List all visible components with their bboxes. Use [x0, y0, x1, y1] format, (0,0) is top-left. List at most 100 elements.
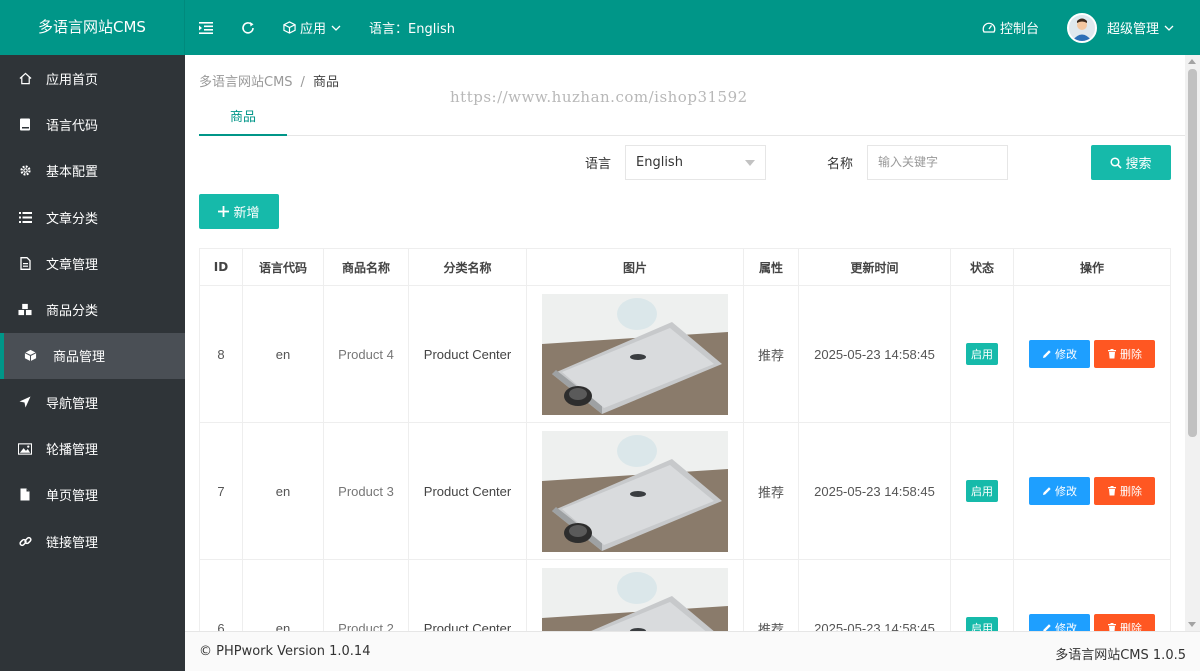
sidebar-item-language-codes[interactable]: 语言代码 — [0, 101, 185, 147]
caret-down-icon — [745, 160, 755, 166]
sidebar-item-navigation[interactable]: 导航管理 — [0, 379, 185, 425]
plus-icon — [218, 206, 230, 217]
cell-updated: 2025-05-23 14:58:45 — [798, 285, 951, 423]
language-select[interactable]: English — [625, 145, 766, 180]
product-thumbnail[interactable] — [542, 567, 728, 632]
cell-status: 启用 — [950, 422, 1014, 560]
sidebar-item-article-management[interactable]: 文章管理 — [0, 240, 185, 286]
cell-actions: 修改 删除 — [1013, 422, 1171, 560]
sidebar-item-basic-config[interactable]: 基本配置 — [0, 148, 185, 194]
sidebar-item-label: 商品分类 — [46, 304, 99, 320]
tab-products[interactable]: 商品 — [199, 105, 287, 136]
scroll-up-arrow-icon[interactable] — [1188, 59, 1196, 64]
status-badge[interactable]: 启用 — [966, 343, 998, 365]
page-icon — [18, 488, 32, 502]
scroll-down-arrow-icon[interactable] — [1188, 622, 1196, 627]
link-icon — [18, 534, 32, 548]
edit-button-label: 修改 — [1055, 348, 1077, 361]
delete-button[interactable]: 删除 — [1094, 477, 1155, 505]
cell-id: 6 — [199, 559, 243, 631]
add-button-label: 新增 — [233, 206, 260, 221]
breadcrumb-current: 商品 — [312, 75, 339, 90]
scrollbar-thumb[interactable] — [1188, 69, 1197, 437]
vertical-scrollbar[interactable] — [1185, 55, 1200, 631]
edit-button[interactable]: 修改 — [1029, 614, 1090, 631]
delete-button[interactable]: 删除 — [1094, 614, 1155, 631]
dashboard-icon — [982, 22, 996, 33]
name-filter-label: 名称 — [827, 157, 854, 172]
edit-button[interactable]: 修改 — [1029, 477, 1090, 505]
header-toolbar: 应用 语言：English — [185, 0, 469, 55]
cell-attribute: 推荐 — [743, 559, 799, 631]
product-thumbnail[interactable] — [542, 430, 728, 552]
product-thumbnail[interactable] — [542, 293, 728, 415]
cube-icon — [283, 21, 296, 34]
cubes-icon — [18, 303, 32, 317]
language-switch-label: 语言：English — [369, 22, 455, 37]
apps-menu-label: 应用 — [300, 22, 327, 37]
refresh-button[interactable] — [227, 0, 269, 55]
sidebar-item-links[interactable]: 链接管理 — [0, 518, 185, 564]
cell-id: 8 — [199, 285, 243, 423]
app-logo[interactable]: 多语言网站CMS — [0, 0, 185, 55]
language-filter-label: 语言 — [585, 157, 612, 172]
delete-button-label: 删除 — [1120, 622, 1142, 631]
sidebar-item-single-pages[interactable]: 单页管理 — [0, 472, 185, 518]
console-link[interactable]: 控制台 — [968, 0, 1053, 55]
status-badge[interactable]: 启用 — [966, 480, 998, 502]
file-icon — [18, 256, 32, 270]
sidebar-item-label: 导航管理 — [46, 396, 99, 412]
search-icon — [1110, 156, 1123, 169]
sidebar-item-article-categories[interactable]: 文章分类 — [0, 194, 185, 240]
breadcrumb-root[interactable]: 多语言网站CMS — [199, 75, 293, 90]
cell-status: 启用 — [950, 559, 1014, 631]
product-table: ID 语言代码 商品名称 分类名称 图片 属性 更新时间 状态 操作 8 en … — [199, 248, 1171, 632]
table-row: 6 en Product 2 Product Center 推荐 2025-05… — [199, 559, 1171, 632]
cell-category: Product Center — [408, 422, 527, 560]
delete-button[interactable]: 删除 — [1094, 340, 1155, 368]
sidebar-item-carousel[interactable]: 轮播管理 — [0, 425, 185, 471]
footer-version: © PHPwork Version 1.0.14 — [199, 644, 371, 659]
sidebar-item-label: 基本配置 — [46, 165, 99, 181]
cell-actions: 修改 删除 — [1013, 559, 1171, 631]
delete-button-label: 删除 — [1120, 485, 1142, 498]
user-menu-label: 超级管理 — [1106, 22, 1159, 37]
sidebar-item-label: 商品管理 — [53, 350, 106, 366]
cell-name: Product 3 — [323, 422, 409, 560]
cell-name: Product 2 — [323, 559, 409, 631]
table-row: 8 en Product 4 Product Center 推荐 2025-05… — [199, 285, 1171, 423]
add-button[interactable]: 新增 — [199, 194, 279, 229]
user-menu[interactable]: 超级管理 — [1053, 0, 1188, 55]
pencil-icon — [1043, 624, 1051, 631]
cell-image — [526, 422, 744, 560]
home-icon — [18, 71, 32, 85]
cell-image — [526, 559, 744, 632]
edit-button[interactable]: 修改 — [1029, 340, 1090, 368]
language-switch[interactable]: 语言：English — [355, 0, 469, 55]
column-header-image: 图片 — [526, 248, 744, 286]
cell-attribute: 推荐 — [743, 285, 799, 423]
keyword-input[interactable]: 输入关键字 — [867, 145, 1008, 180]
search-button[interactable]: 搜索 — [1091, 145, 1171, 180]
cell-updated: 2025-05-23 14:58:45 — [798, 422, 951, 560]
status-badge[interactable]: 启用 — [966, 617, 998, 631]
breadcrumb-separator: / — [300, 75, 305, 90]
column-header-actions: 操作 — [1013, 248, 1171, 286]
top-header: 多语言网站CMS 应用 语言：English 控制台 超级管理 — [0, 0, 1200, 55]
cell-status: 启用 — [950, 285, 1014, 423]
footer: © PHPwork Version 1.0.14 多语言网站CMS 1.0.5 — [185, 631, 1200, 671]
pencil-icon — [1043, 350, 1051, 358]
book-icon — [18, 117, 32, 131]
column-header-lang: 语言代码 — [242, 248, 324, 286]
tab-bar: 商品 — [199, 105, 1185, 136]
menu-toggle-button[interactable] — [185, 0, 227, 55]
cube-icon — [23, 349, 37, 363]
cell-lang: en — [242, 559, 324, 631]
apps-menu[interactable]: 应用 — [269, 0, 355, 55]
avatar — [1066, 12, 1097, 43]
cell-category: Product Center — [408, 285, 527, 423]
sidebar-item-home[interactable]: 应用首页 — [0, 55, 185, 101]
footer-product: 多语言网站CMS 1.0.5 — [1055, 648, 1186, 663]
sidebar-item-product-categories[interactable]: 商品分类 — [0, 286, 185, 332]
sidebar-item-product-management[interactable]: 商品管理 — [0, 332, 185, 380]
